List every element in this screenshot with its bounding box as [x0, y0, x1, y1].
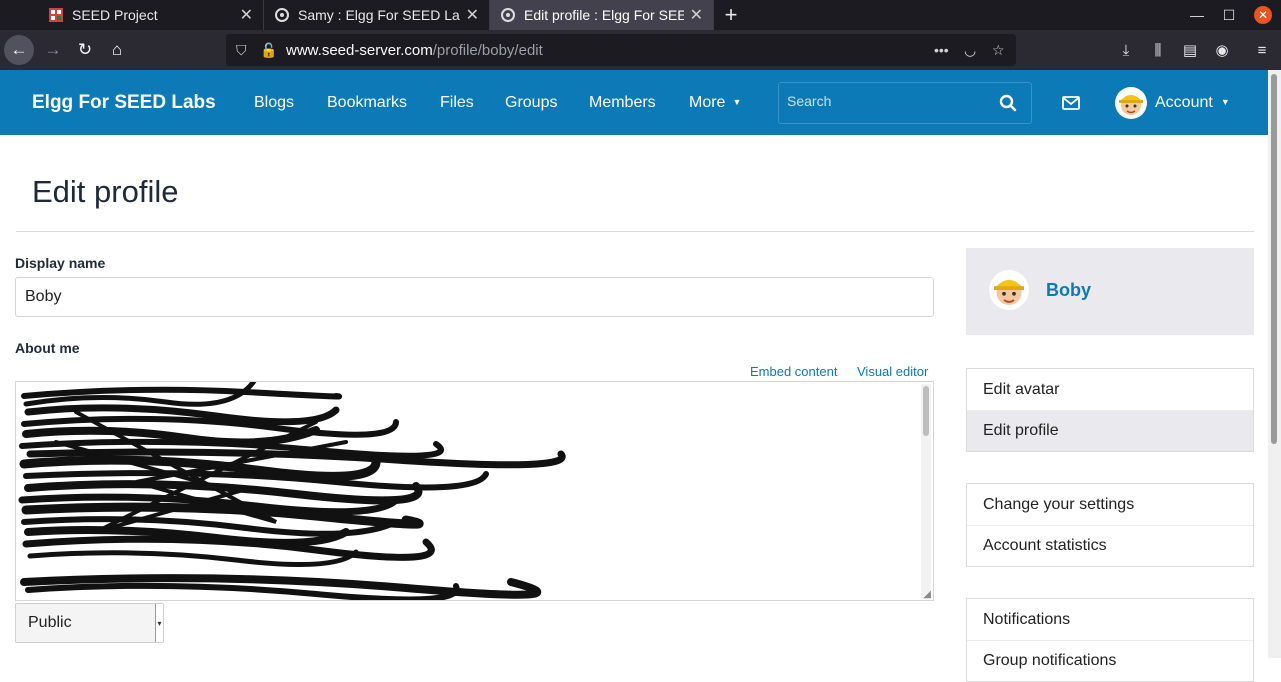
- tab-close-icon[interactable]: ✕: [240, 5, 253, 25]
- access-level-select[interactable]: Public ▾: [15, 603, 164, 643]
- profile-menu: Edit avatar Edit profile: [966, 368, 1254, 452]
- menu-more-label: More: [689, 94, 726, 111]
- close-icon: ✕: [1254, 6, 1272, 24]
- search-input[interactable]: [787, 93, 987, 109]
- menu-item-files[interactable]: Files: [440, 94, 474, 112]
- tab-samy[interactable]: Samy : Elgg For SEED Labs ✕: [264, 0, 490, 30]
- sidebar-item-change-settings[interactable]: Change your settings: [967, 484, 1253, 525]
- textarea-scrollbar[interactable]: [921, 384, 931, 598]
- tab-title: SEED Project: [72, 7, 158, 23]
- resize-handle-icon[interactable]: ◢: [923, 589, 931, 600]
- settings-menu: Change your settings Account statistics: [966, 483, 1254, 567]
- notifications-menu: Notifications Group notifications: [966, 598, 1254, 682]
- tab-seed-project[interactable]: SEED Project ✕: [38, 0, 264, 30]
- menu-item-blogs[interactable]: Blogs: [254, 94, 294, 112]
- url-bar[interactable]: ⛉ 🔓 www.seed-server.com/profile/boby/edi…: [226, 34, 1016, 66]
- owner-block: Boby: [966, 248, 1254, 335]
- window-close-button[interactable]: ✕: [1248, 0, 1278, 30]
- visual-editor-link[interactable]: Visual editor: [857, 364, 928, 379]
- home-button[interactable]: ⌂: [102, 35, 132, 65]
- title-divider: [16, 231, 1254, 232]
- textarea-scroll-thumb[interactable]: [923, 386, 929, 436]
- menu-item-members[interactable]: Members: [589, 94, 656, 112]
- tab-title: Edit profile : Elgg For SEED Labs: [524, 7, 684, 23]
- chevron-down-icon: ▼: [1220, 97, 1230, 107]
- mail-icon[interactable]: [1062, 96, 1080, 110]
- elgg-favicon-icon: [274, 7, 290, 23]
- display-name-field[interactable]: [15, 277, 934, 317]
- account-label: Account: [1155, 94, 1213, 111]
- access-level-value: Public: [28, 614, 72, 631]
- maximize-icon[interactable]: ☐: [1214, 0, 1244, 30]
- tab-edit-profile[interactable]: Edit profile : Elgg For SEED Labs ✕: [490, 0, 714, 30]
- url-text[interactable]: www.seed-server.com/profile/boby/edit: [286, 42, 543, 59]
- bob-builder-avatar-icon: [1119, 95, 1143, 115]
- display-name-label: Display name: [15, 255, 106, 271]
- sidebar-item-edit-profile[interactable]: Edit profile: [967, 410, 1253, 451]
- browser-nav-bar: ← → ↻ ⌂ ⛉ 🔓 www.seed-server.com/profile/…: [0, 30, 1281, 70]
- account-avatar[interactable]: [1115, 87, 1147, 119]
- owner-avatar[interactable]: [989, 270, 1029, 310]
- tab-close-icon[interactable]: ✕: [466, 5, 479, 25]
- sidebar-item-group-notifications[interactable]: Group notifications: [967, 640, 1253, 681]
- shield-icon[interactable]: ⛉: [236, 34, 247, 66]
- tab-title: Samy : Elgg For SEED Labs: [298, 7, 460, 23]
- page-scrollbar[interactable]: [1268, 70, 1281, 658]
- sidebar-item-edit-avatar[interactable]: Edit avatar: [967, 369, 1253, 410]
- redacted-scribble: [18, 382, 566, 600]
- library-icon[interactable]: ⫼: [1144, 35, 1172, 65]
- account-icon[interactable]: ◉: [1208, 35, 1236, 65]
- minimize-icon[interactable]: —: [1182, 0, 1212, 30]
- sidebar-item-notifications[interactable]: Notifications: [967, 599, 1253, 640]
- page-title: Edit profile: [32, 174, 179, 209]
- forward-button[interactable]: →: [38, 35, 68, 65]
- new-tab-button[interactable]: +: [718, 0, 744, 30]
- menu-item-groups[interactable]: Groups: [505, 94, 557, 112]
- account-menu[interactable]: Account ▼: [1155, 94, 1230, 112]
- hamburger-menu-icon[interactable]: ≡: [1248, 35, 1276, 65]
- downloads-icon[interactable]: ⤓: [1112, 35, 1140, 65]
- search-box: [778, 82, 1032, 124]
- chevron-down-icon: ▼: [732, 97, 742, 107]
- back-button[interactable]: ←: [4, 35, 34, 65]
- pocket-icon[interactable]: ◡: [964, 34, 976, 66]
- elgg-favicon-icon: [500, 7, 516, 23]
- reload-button[interactable]: ↻: [70, 35, 100, 65]
- select-arrow-icon: ▾: [155, 604, 163, 642]
- about-me-textarea[interactable]: ◢: [15, 381, 934, 601]
- search-icon[interactable]: [999, 94, 1017, 112]
- more-actions-icon[interactable]: •••: [934, 34, 949, 66]
- seed-favicon-icon: [48, 7, 64, 23]
- insecure-lock-icon[interactable]: 🔓: [260, 34, 277, 66]
- menu-item-more[interactable]: More ▼: [689, 94, 741, 112]
- site-brand[interactable]: Elgg For SEED Labs: [32, 92, 216, 114]
- site-topbar: Elgg For SEED Labs Blogs Bookmarks Files…: [0, 70, 1268, 135]
- page-scroll-thumb[interactable]: [1271, 74, 1277, 444]
- browser-tab-strip: SEED Project ✕ Samy : Elgg For SEED Labs…: [0, 0, 1281, 30]
- tab-close-icon[interactable]: ✕: [690, 5, 703, 25]
- bookmark-star-icon[interactable]: ☆: [992, 34, 1005, 66]
- bob-builder-avatar-icon: [994, 280, 1024, 305]
- about-me-label: About me: [15, 340, 80, 356]
- menu-item-bookmarks[interactable]: Bookmarks: [327, 94, 407, 112]
- owner-name-link[interactable]: Boby: [1046, 280, 1091, 301]
- sidebar-item-account-statistics[interactable]: Account statistics: [967, 525, 1253, 566]
- url-host: www.seed-server.com: [286, 41, 433, 59]
- embed-content-link[interactable]: Embed content: [750, 364, 837, 379]
- sidebar-icon[interactable]: ▤: [1176, 35, 1204, 65]
- url-path: /profile/boby/edit: [432, 41, 543, 59]
